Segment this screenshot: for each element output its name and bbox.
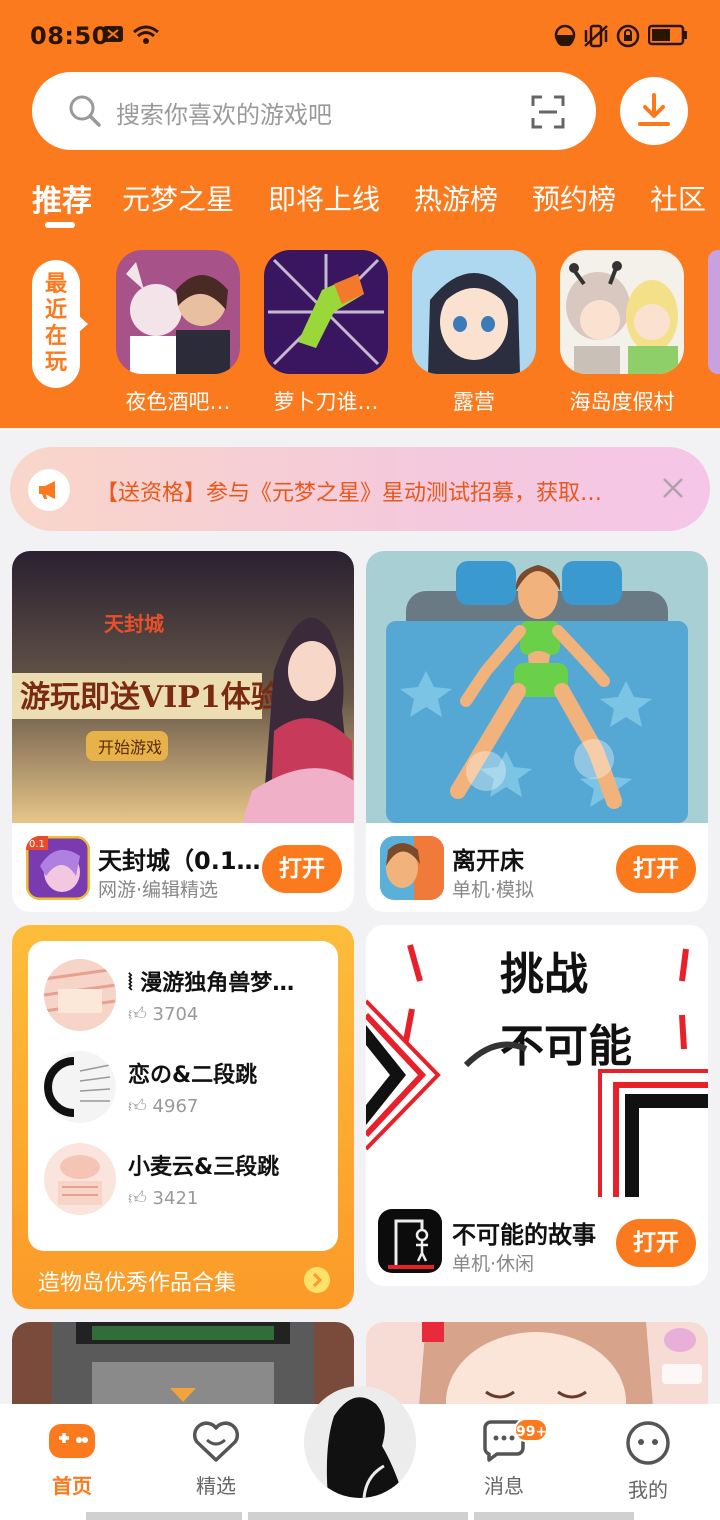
game-name: 萝卜刀谁… [273, 390, 379, 414]
item-title: 小麦云&三段跳 [128, 1155, 280, 1180]
game-name: 夜色酒吧… [125, 390, 231, 414]
item-thumbnail [44, 1143, 116, 1215]
tab-upcoming[interactable]: 即将上线 [268, 178, 380, 218]
gesture-bar [86, 1512, 242, 1520]
tab-reserve[interactable]: 预约榜 [532, 178, 616, 218]
lock-rotation-icon [616, 24, 640, 48]
nav-label: 首页 [52, 1474, 92, 1498]
item-likes: 👍︎ 3421 [128, 1188, 199, 1209]
nav-me[interactable]: 我的 [608, 1420, 688, 1503]
headset-icon [554, 24, 576, 46]
tab-hot[interactable]: 热游榜 [414, 178, 498, 218]
tab-yuanmeng[interactable]: 元梦之星 [122, 178, 234, 218]
message-badge: 99+ [514, 1418, 548, 1442]
game-card[interactable]: 离开床 单机·模拟 打开 [366, 551, 708, 912]
center-avatar-button[interactable] [304, 1386, 416, 1498]
banner-headline: 挑战 [500, 949, 588, 1000]
gesture-bar [474, 1512, 634, 1520]
game-name: 海岛度假村 [569, 390, 675, 414]
item-likes: 👍︎ 4967 [128, 1096, 199, 1117]
thumbs-up-icon: 👍︎ [128, 1096, 147, 1117]
game-icon [412, 250, 536, 374]
game-card[interactable]: 游玩即送VIP1体验卡 开始游戏 天封城 0.1 天封城（0.1… 网游·编辑精… [12, 551, 354, 912]
nav-label: 消息 [484, 1474, 524, 1498]
banner-start-button: 开始游戏 [98, 738, 162, 757]
search-bar[interactable]: 搜索你喜欢的游戏吧 [32, 72, 596, 150]
tab-recommend[interactable]: 推荐 [32, 176, 92, 220]
gesture-bar [248, 1512, 468, 1520]
item-thumbnail [44, 959, 116, 1031]
game-subtitle: 单机·休闲 [452, 1253, 535, 1275]
icon-badge: 0.1 [29, 839, 45, 850]
recent-label-text: 最近在玩 [44, 272, 67, 375]
recent-game[interactable]: 夜色酒吧… [116, 250, 240, 416]
scan-icon[interactable] [530, 94, 566, 130]
recent-game[interactable]: 萝卜刀谁… [264, 250, 388, 416]
game-title: 离开床 [452, 847, 524, 875]
heart-chat-icon [192, 1421, 240, 1462]
megaphone-icon [28, 469, 70, 511]
item-title: 恋の&二段跳 [128, 1063, 258, 1088]
collection-item[interactable]: 恋の&二段跳 👍︎ 4967 [44, 1051, 334, 1135]
nav-label: 我的 [628, 1478, 668, 1502]
close-icon[interactable] [658, 473, 688, 503]
game-icon [116, 250, 240, 374]
game-icon [560, 250, 684, 374]
game-title: 不可能的故事 [452, 1221, 596, 1249]
thumbs-up-icon: 👍︎ [128, 1004, 147, 1025]
tab-community[interactable]: 社区 [650, 178, 706, 218]
chevron-right-icon[interactable] [304, 1267, 330, 1293]
game-banner: 游玩即送VIP1体验卡 开始游戏 天封城 [12, 551, 354, 823]
category-tabs: 推荐 元梦之星 即将上线 热游榜 预约榜 社区 [0, 172, 720, 232]
item-title: ⦚ 漫游独角兽梦… [128, 971, 295, 996]
announcement-text: 【送资格】参与《元梦之星》星动测试招募，获取… [96, 481, 603, 506]
download-button[interactable] [620, 77, 688, 145]
open-button[interactable]: 打开 [616, 1219, 696, 1267]
battery-icon [648, 24, 687, 46]
game-icon [264, 250, 388, 374]
game-card[interactable]: 挑战 不可能 不可能的故事 单机·休闲 打开 [366, 925, 708, 1286]
announcement-banner[interactable]: 【送资格】参与《元梦之星》星动测试招募，获取… [10, 447, 710, 531]
open-button[interactable]: 打开 [616, 845, 696, 893]
game-icon [378, 1209, 442, 1273]
vibrate-icon [584, 24, 608, 48]
recent-game[interactable]: 海岛度假村 [560, 250, 684, 416]
wifi-icon [133, 25, 159, 44]
game-subtitle: 单机·模拟 [452, 879, 535, 901]
nav-label: 精选 [196, 1474, 236, 1498]
game-banner: 挑战 不可能 [366, 925, 708, 1197]
collection-list: ⦚ 漫游独角兽梦… 👍︎ 3704 恋の&二段跳 👍︎ 4967 小麦云&三段跳… [28, 941, 338, 1251]
game-title: 天封城（0.1… [98, 847, 261, 875]
thumbs-up-icon: 👍︎ [128, 1188, 147, 1209]
collection-item[interactable]: 小麦云&三段跳 👍︎ 3421 [44, 1143, 334, 1227]
search-icon [69, 95, 101, 127]
collection-title: 造物岛优秀作品合集 [38, 1271, 237, 1296]
game-subtitle: 网游·编辑精选 [98, 879, 219, 901]
game-icon: 0.1 [26, 836, 90, 900]
banner-logo: 天封城 [104, 612, 164, 636]
download-icon [638, 93, 670, 126]
recent-game-partial [708, 250, 720, 374]
game-icon [380, 836, 444, 900]
collection-card[interactable]: ⦚ 漫游独角兽梦… 👍︎ 3704 恋の&二段跳 👍︎ 4967 小麦云&三段跳… [12, 925, 354, 1309]
recent-played-label[interactable]: 最近在玩 [32, 260, 88, 388]
nav-featured[interactable]: 精选 [176, 1420, 256, 1499]
game-name: 露营 [453, 390, 495, 414]
open-button[interactable]: 打开 [262, 845, 342, 893]
banner-headline: 游玩即送VIP1体验卡 [20, 680, 311, 715]
tab-indicator [45, 222, 75, 228]
collection-item[interactable]: ⦚ 漫游独角兽梦… 👍︎ 3704 [44, 959, 334, 1043]
profile-face-icon [626, 1421, 670, 1465]
status-bar: 08:50 [0, 0, 720, 72]
gamepad-icon [49, 1424, 95, 1458]
avatar [304, 1386, 416, 1498]
item-likes: 👍︎ 3704 [128, 1004, 199, 1025]
recent-game[interactable]: 露营 [412, 250, 536, 416]
status-time: 08:50 [30, 22, 109, 50]
notification-icon [103, 26, 123, 42]
search-placeholder: 搜索你喜欢的游戏吧 [116, 101, 332, 129]
nav-home[interactable]: 首页 [32, 1420, 112, 1499]
game-banner [366, 551, 708, 823]
item-thumbnail [44, 1051, 116, 1123]
